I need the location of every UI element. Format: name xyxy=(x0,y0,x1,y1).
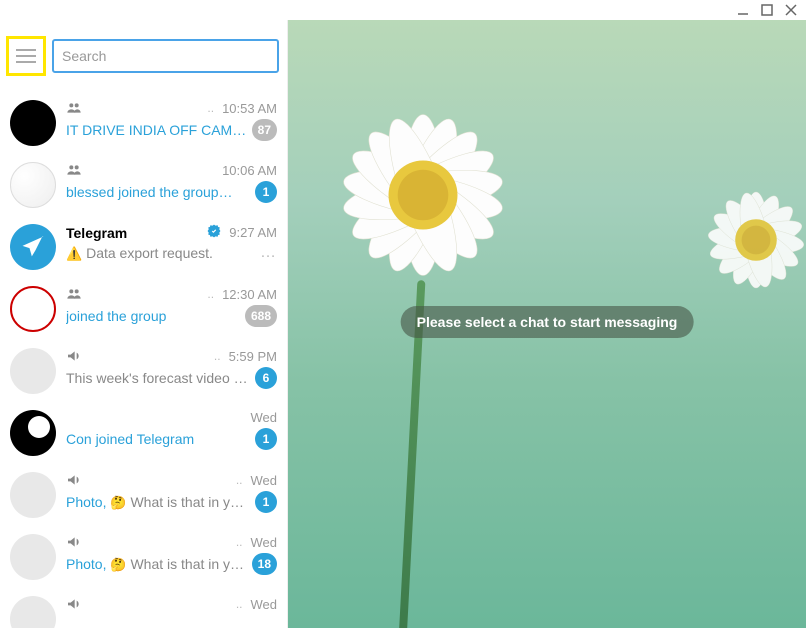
empty-state-message: Please select a chat to start messaging xyxy=(401,306,694,338)
avatar xyxy=(10,534,56,580)
chat-preview: joined the group xyxy=(66,308,241,324)
avatar xyxy=(10,162,56,208)
chat-time: Wed xyxy=(251,410,278,425)
channel-icon xyxy=(66,348,82,364)
search-input[interactable] xyxy=(52,39,279,73)
chat-list-item[interactable]: .. Wed xyxy=(0,588,287,628)
avatar xyxy=(10,286,56,332)
chat-preview: ⚠️ Data export request. xyxy=(66,245,254,262)
channel-icon xyxy=(66,596,82,612)
chat-area: Please select a chat to start messaging xyxy=(288,20,806,628)
unread-badge: 6 xyxy=(255,367,277,389)
unread-badge: 1 xyxy=(255,491,277,513)
chat-preview: blessed joined the group… xyxy=(66,184,251,200)
chat-time: 9:27 AM xyxy=(229,225,277,240)
muted-icon: .. xyxy=(236,535,243,549)
unread-badge: 18 xyxy=(252,553,277,575)
hamburger-icon xyxy=(16,49,36,63)
chat-preview: This week's forecast video wil… xyxy=(66,370,251,386)
chat-list[interactable]: .. 10:53 AM IT DRIVE INDIA OFF CAMPUS…87 1… xyxy=(0,92,287,628)
muted-icon: .. xyxy=(236,597,243,611)
muted-icon: .. xyxy=(207,101,214,115)
sidebar: .. 10:53 AM IT DRIVE INDIA OFF CAMPUS…87 1… xyxy=(0,20,288,628)
verified-icon xyxy=(207,224,221,241)
chat-list-item[interactable]: 10:06 AM blessed joined the group…1 xyxy=(0,154,287,216)
chat-preview: Photo, 🤔 What is that in yo… xyxy=(66,556,248,573)
muted-icon: .. xyxy=(236,473,243,487)
chat-time: Wed xyxy=(251,597,278,612)
chat-time: Wed xyxy=(251,535,278,550)
chat-preview: Con joined Telegram xyxy=(66,431,251,447)
maximize-button[interactable] xyxy=(760,3,774,17)
unread-badge: 1 xyxy=(255,428,277,450)
channel-icon xyxy=(66,472,82,488)
close-button[interactable] xyxy=(784,3,798,17)
background-flower xyxy=(676,160,806,320)
chat-time: 10:06 AM xyxy=(222,163,277,178)
group-icon xyxy=(66,162,82,178)
chat-time: 12:30 AM xyxy=(222,287,277,302)
avatar xyxy=(10,100,56,146)
chat-name: Telegram xyxy=(66,225,203,241)
chat-list-item[interactable]: WedCon joined Telegram1 xyxy=(0,402,287,464)
minimize-button[interactable] xyxy=(736,3,750,17)
menu-button[interactable] xyxy=(13,43,39,69)
window-titlebar xyxy=(0,0,806,20)
avatar xyxy=(10,224,56,270)
chat-preview: IT DRIVE INDIA OFF CAMPUS… xyxy=(66,122,248,138)
group-icon xyxy=(66,100,82,116)
avatar xyxy=(10,348,56,394)
unread-badge: 1 xyxy=(255,181,277,203)
unread-badge: 87 xyxy=(252,119,277,141)
muted-icon: .. xyxy=(214,349,221,363)
more-icon: … xyxy=(258,244,277,262)
chat-list-item[interactable]: .. WedPhoto, 🤔 What is that in yo…18 xyxy=(0,526,287,588)
chat-list-item[interactable]: .. WedPhoto, 🤔 What is that in yo…1 xyxy=(0,464,287,526)
chat-time: 5:59 PM xyxy=(229,349,277,364)
chat-time: Wed xyxy=(251,473,278,488)
avatar xyxy=(10,472,56,518)
chat-time: 10:53 AM xyxy=(222,101,277,116)
channel-icon xyxy=(66,534,82,550)
chat-list-item[interactable]: Telegram 9:27 AM ⚠️ Data export request.… xyxy=(0,216,287,278)
group-icon xyxy=(66,286,82,302)
avatar xyxy=(10,596,56,628)
chat-preview: Photo, 🤔 What is that in yo… xyxy=(66,494,251,511)
chat-list-item[interactable]: .. 12:30 AM joined the group688 xyxy=(0,278,287,340)
chat-list-item[interactable]: .. 10:53 AM IT DRIVE INDIA OFF CAMPUS…87 xyxy=(0,92,287,154)
chat-list-item[interactable]: .. 5:59 PM This week's forecast video wil…… xyxy=(0,340,287,402)
unread-badge: 688 xyxy=(245,305,277,327)
muted-icon: .. xyxy=(207,287,214,301)
background-flower xyxy=(308,80,538,310)
avatar xyxy=(10,410,56,456)
